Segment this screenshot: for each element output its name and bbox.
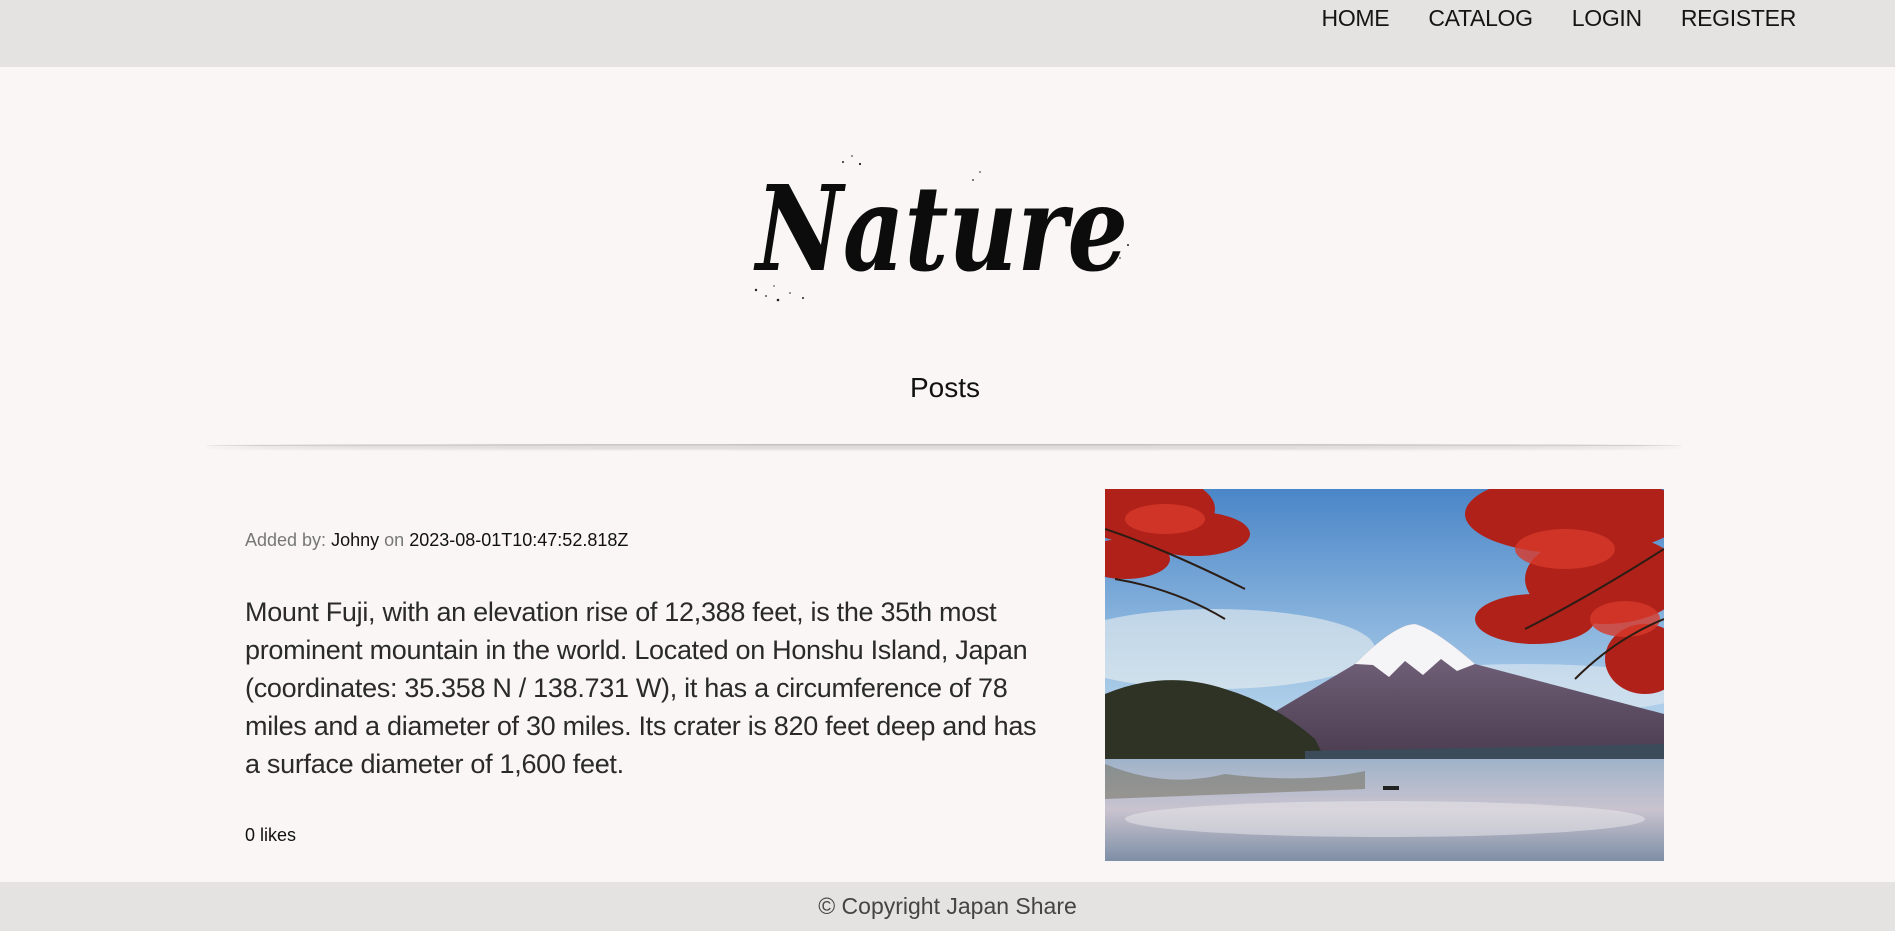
nature-logo: Nature	[753, 155, 1129, 302]
on-label: on	[384, 530, 405, 550]
top-navbar: HOME CATALOG LOGIN REGISTER	[0, 0, 1895, 67]
likes-count: 0 likes	[245, 825, 297, 845]
nav-register-link[interactable]: REGISTER	[1681, 5, 1796, 32]
nav-home-link[interactable]: HOME	[1322, 5, 1390, 32]
copyright-text: © Copyright Japan Share	[818, 893, 1077, 919]
main-nav: HOME CATALOG LOGIN REGISTER	[1322, 5, 1797, 32]
added-by-label: Added by:	[245, 530, 327, 550]
post-meta: Added by: Johny on 2023-08-01T10:47:52.8…	[245, 530, 628, 551]
nav-login-link[interactable]: LOGIN	[1572, 5, 1642, 32]
footer: © Copyright Japan Share	[0, 882, 1895, 931]
nav-catalog-link[interactable]: CATALOG	[1428, 5, 1533, 32]
post-author: Johny	[331, 530, 380, 550]
post-date: 2023-08-01T10:47:52.818Z	[409, 530, 629, 550]
section-divider	[205, 444, 1683, 447]
mount-fuji-image	[1105, 489, 1664, 861]
post-description: Mount Fuji, with an elevation rise of 12…	[245, 597, 1037, 779]
logo-text: Nature	[753, 159, 1128, 298]
page-title: Posts	[909, 372, 981, 403]
